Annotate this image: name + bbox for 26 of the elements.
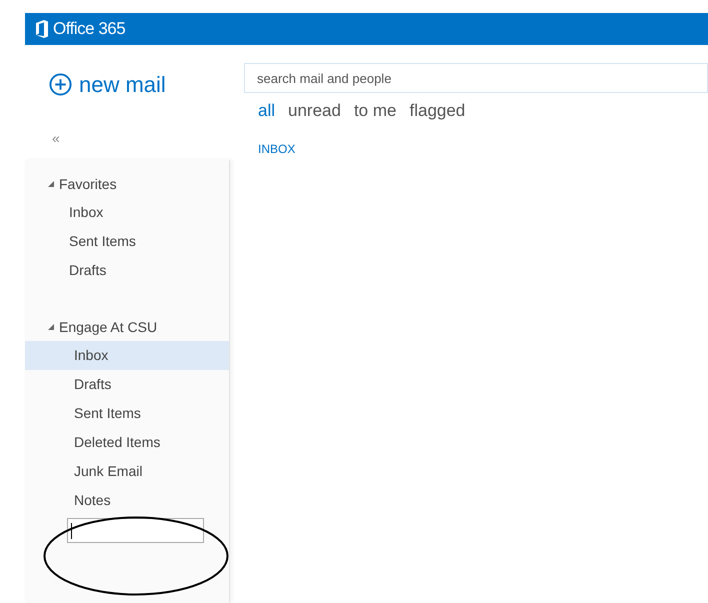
folder-group-title[interactable]: Engage At CSU bbox=[59, 316, 158, 338]
folder-item[interactable]: Inbox bbox=[25, 341, 229, 370]
folder-item[interactable]: Inbox bbox=[25, 198, 229, 227]
expand-triangle-icon[interactable] bbox=[47, 180, 55, 188]
new-folder-field[interactable] bbox=[67, 518, 204, 543]
folder-item[interactable]: Junk Email bbox=[25, 457, 229, 486]
folder-item[interactable]: Sent Items bbox=[25, 227, 229, 256]
folder-item[interactable]: Notes bbox=[25, 486, 229, 515]
folder-item[interactable]: Drafts bbox=[25, 370, 229, 399]
expand-triangle-icon[interactable] bbox=[47, 323, 55, 331]
plus-circle-icon bbox=[49, 73, 72, 96]
filter-tab[interactable]: to me bbox=[354, 100, 396, 122]
filter-tab[interactable]: flagged bbox=[409, 100, 466, 122]
folder-heading: INBOX bbox=[258, 141, 296, 158]
folder-item[interactable]: Sent Items bbox=[25, 399, 229, 428]
office-logo-icon bbox=[35, 20, 49, 38]
collapse-button[interactable]: « bbox=[52, 131, 60, 145]
filter-tab[interactable]: unread bbox=[288, 100, 341, 122]
new-mail-button[interactable]: new mail bbox=[49, 68, 166, 101]
text-cursor bbox=[71, 522, 72, 538]
app-title: Office 365 bbox=[53, 18, 126, 40]
folder-group-title[interactable]: Favorites bbox=[59, 174, 117, 194]
search-field[interactable]: search mail and people bbox=[244, 63, 708, 93]
folder-item[interactable]: Drafts bbox=[25, 256, 229, 285]
filter-tab[interactable]: all bbox=[258, 100, 276, 122]
folder-item[interactable]: Deleted Items bbox=[25, 428, 229, 457]
